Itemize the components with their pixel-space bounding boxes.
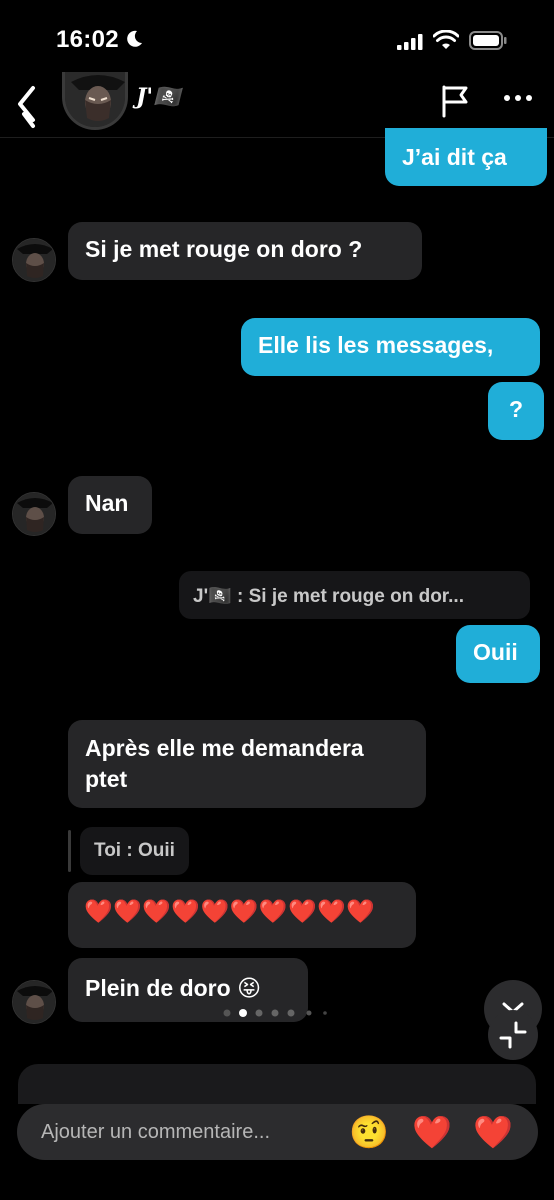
page-indicator	[223, 1009, 327, 1017]
message-text: Elle lis les messages,	[258, 332, 494, 358]
contact-name[interactable]: J'🏴‍☠️	[136, 84, 181, 110]
reply-bar	[68, 830, 71, 872]
avatar-image	[65, 72, 125, 127]
message-text-line: ptet	[85, 766, 128, 792]
message-text: J’ai dit ça	[402, 144, 507, 170]
sender-avatar[interactable]	[12, 980, 56, 1024]
reply-reference[interactable]: J'🏴‍☠️ : Si je met rouge on dor...	[179, 571, 530, 619]
status-bar: 16:02	[0, 0, 554, 80]
status-time: 16:02	[56, 26, 119, 53]
incoming-message[interactable]: Si je met rouge on doro ?	[68, 222, 422, 280]
reply-text: J'🏴‍☠️ : Si je met rouge on dor...	[193, 586, 464, 607]
reaction-raised-eyebrow-button[interactable]: 🤨	[349, 1113, 389, 1151]
outgoing-message[interactable]: Ouii	[456, 625, 540, 683]
signal-icon	[397, 34, 423, 50]
comment-bar[interactable]: Ajouter un commentaire... 🤨 ❤️ ❤️	[17, 1104, 538, 1160]
sender-avatar[interactable]	[12, 238, 56, 282]
message-text: Ouii	[473, 639, 518, 665]
outgoing-message[interactable]: J’ai dit ça	[385, 128, 547, 186]
outgoing-message[interactable]: ?	[488, 382, 544, 440]
reaction-heart-button[interactable]: ❤️	[412, 1113, 452, 1151]
outgoing-message[interactable]: Elle lis les messages,	[241, 318, 540, 376]
preview-panel-edge	[18, 1064, 536, 1104]
avatar-image	[13, 493, 55, 535]
wifi-icon	[433, 30, 459, 49]
message-text: ❤️❤️❤️❤️❤️❤️❤️❤️❤️❤️	[84, 898, 376, 924]
incoming-message[interactable]: Après elle me demandera ptet	[68, 720, 426, 808]
message-text: ?	[508, 396, 524, 422]
avatar-image	[13, 981, 55, 1023]
sender-avatar[interactable]	[12, 492, 56, 536]
reaction-heart-button[interactable]: ❤️	[473, 1113, 513, 1151]
more-icon[interactable]	[502, 88, 534, 108]
shrink-icon	[499, 1021, 527, 1049]
flag-icon[interactable]	[440, 84, 470, 118]
message-text: Plein de doro 😝	[85, 975, 262, 1001]
battery-icon	[469, 31, 507, 50]
reply-reference[interactable]: Toi : Ouii	[80, 827, 189, 875]
back-icon[interactable]	[14, 84, 42, 130]
incoming-message[interactable]: ❤️❤️❤️❤️❤️❤️❤️❤️❤️❤️	[68, 882, 416, 948]
message-text: Nan	[85, 490, 129, 516]
incoming-message[interactable]: Nan	[68, 476, 152, 534]
message-text-line: Après elle me demandera	[85, 735, 364, 761]
contact-avatar[interactable]	[62, 72, 128, 130]
comment-input[interactable]: Ajouter un commentaire...	[41, 1121, 270, 1144]
reply-text: Toi : Ouii	[94, 840, 175, 861]
avatar-image	[13, 239, 55, 281]
shrink-button[interactable]	[488, 1010, 538, 1060]
message-text: Si je met rouge on doro ?	[85, 236, 363, 262]
moon-icon	[127, 30, 142, 47]
